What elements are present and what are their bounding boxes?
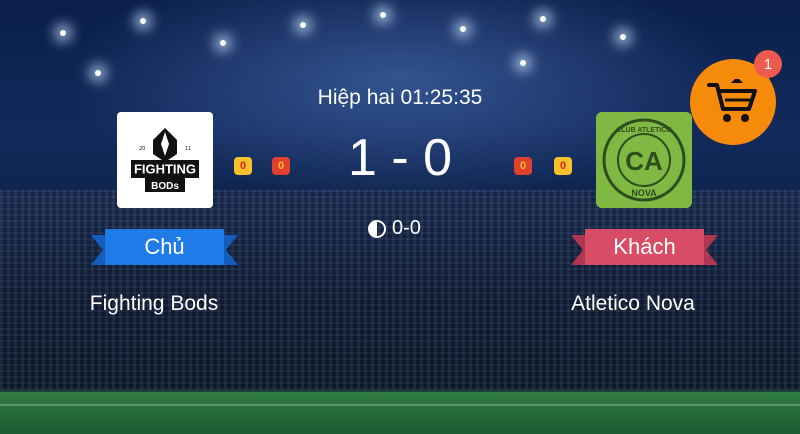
home-team-name: Fighting Bods	[89, 292, 219, 315]
floodlight	[95, 70, 101, 76]
away-red-card-count: 0	[514, 157, 532, 175]
half-time-score-value: 0-0	[392, 217, 421, 239]
floodlight	[380, 12, 386, 18]
svg-text:NOVA: NOVA	[631, 188, 657, 198]
away-yellow-card-count: 0	[554, 157, 572, 175]
half-time-score: 0-0	[368, 217, 421, 240]
away-role-ribbon: Khách	[571, 229, 718, 265]
match-period-time: Hiệp hai 01:25:35	[317, 86, 483, 109]
floodlight	[540, 16, 546, 22]
away-role-label: Khách	[585, 229, 704, 265]
floodlight	[140, 18, 146, 24]
svg-text:CA: CA	[625, 146, 663, 176]
pitch	[0, 392, 800, 434]
pitch-line	[0, 404, 800, 406]
floodlight	[460, 26, 466, 32]
home-role-ribbon: Chủ	[91, 229, 238, 265]
floodlight	[620, 34, 626, 40]
home-role-label: Chủ	[105, 229, 224, 265]
cart-badge: 1	[754, 50, 782, 78]
half-time-icon	[368, 219, 386, 238]
away-team-name: Atletico Nova	[571, 292, 695, 315]
floodlight	[60, 30, 66, 36]
svg-text:CLUB ATLETICO: CLUB ATLETICO	[616, 127, 672, 134]
floodlight	[220, 40, 226, 46]
away-team-logo: CLUB ATLETICO CA NOVA	[596, 112, 692, 208]
floodlight	[520, 60, 526, 66]
shopping-cart-icon	[707, 79, 757, 122]
floodlight	[300, 22, 306, 28]
